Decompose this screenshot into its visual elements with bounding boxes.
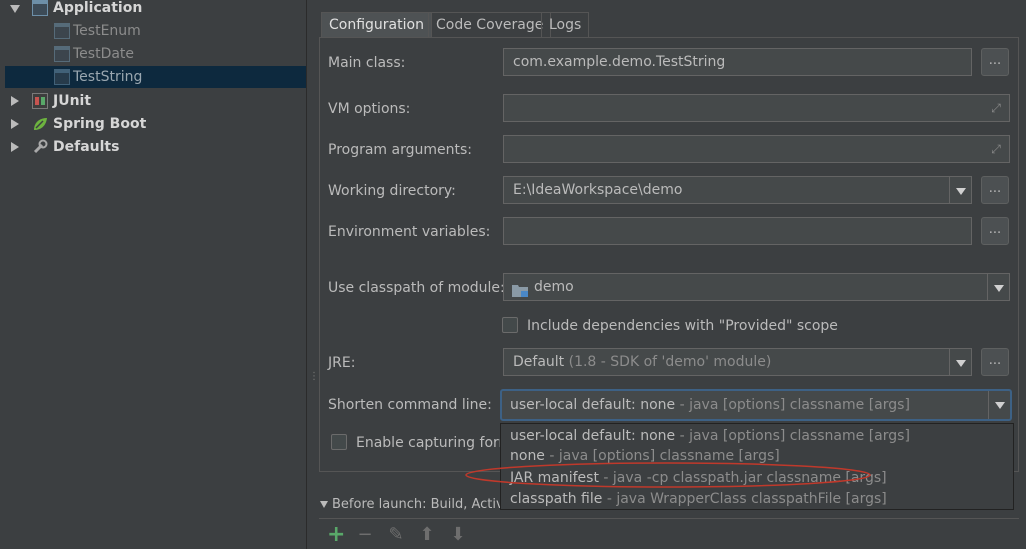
- annotation-ellipse: [465, 462, 871, 488]
- expand-right-icon[interactable]: [11, 142, 19, 152]
- jre-hint: (1.8 - SDK of 'demo' module): [568, 354, 772, 370]
- option-hint: - java [options] classname [args]: [679, 428, 910, 444]
- spring-boot-icon: [32, 116, 48, 132]
- working-directory-combo[interactable]: E:\IdeaWorkspace\demo: [503, 176, 972, 204]
- tree-item-label: TestEnum: [73, 23, 141, 39]
- move-up-icon[interactable]: ⬆: [419, 526, 435, 544]
- classpath-module-combo[interactable]: demo: [503, 273, 1010, 301]
- vm-options-field[interactable]: ⤢: [503, 94, 1010, 122]
- jre-combo[interactable]: Default (1.8 - SDK of 'demo' module): [503, 348, 972, 376]
- expand-right-icon[interactable]: [11, 119, 19, 129]
- application-icon: [54, 69, 70, 85]
- main-class-label: Main class:: [328, 55, 406, 71]
- shorten-command-line-combo[interactable]: user-local default: none - java [options…: [500, 389, 1012, 421]
- include-dependencies-checkbox[interactable]: [502, 317, 518, 333]
- environment-variables-browse-button[interactable]: ...: [981, 217, 1009, 245]
- remove-icon[interactable]: −: [357, 526, 373, 544]
- tree-item-label: JUnit: [53, 93, 92, 109]
- splitter-grip-icon[interactable]: ⋮: [309, 372, 319, 390]
- shorten-hint: - java [options] classname [args]: [679, 397, 910, 413]
- application-icon: [54, 23, 70, 39]
- shorten-command-line-label: Shorten command line:: [328, 397, 492, 413]
- working-directory-value: E:\IdeaWorkspace\demo: [513, 182, 683, 198]
- classpath-module-label: Use classpath of module:: [328, 280, 505, 296]
- tree-item-testenum[interactable]: TestEnum: [0, 20, 306, 42]
- chevron-down-icon[interactable]: [949, 177, 971, 203]
- program-arguments-field[interactable]: ⤢: [503, 135, 1010, 163]
- chevron-down-icon[interactable]: [949, 349, 971, 375]
- tree-item-application[interactable]: Application: [0, 0, 306, 19]
- jre-value: Default: [513, 354, 565, 370]
- main-class-browse-button[interactable]: ...: [981, 48, 1009, 76]
- enable-capturing-checkbox[interactable]: [331, 434, 347, 450]
- chevron-down-icon[interactable]: [988, 391, 1010, 419]
- run-configurations-tree: Application TestEnum TestDate TestString…: [0, 0, 306, 549]
- application-icon: [54, 46, 70, 62]
- panel-divider[interactable]: [306, 0, 307, 549]
- main-class-field[interactable]: com.example.demo.TestString: [503, 48, 972, 76]
- option-main: user-local default: none: [510, 428, 676, 444]
- environment-variables-label: Environment variables:: [328, 224, 491, 240]
- tree-item-label: Spring Boot: [53, 116, 147, 132]
- expand-field-icon[interactable]: ⤢: [988, 141, 1004, 157]
- option-hint: - java WrapperClass classpathFile [args]: [606, 491, 887, 507]
- tab-logs[interactable]: Logs: [541, 12, 590, 37]
- chevron-down-icon[interactable]: [987, 274, 1009, 300]
- tree-item-label: TestString: [73, 69, 143, 85]
- tree-item-teststring[interactable]: TestString: [5, 66, 306, 88]
- tree-item-spring-boot[interactable]: Spring Boot: [0, 113, 306, 135]
- jre-label: JRE:: [328, 355, 356, 371]
- working-directory-label: Working directory:: [328, 183, 456, 199]
- enable-capturing-label: Enable capturing form: [356, 435, 513, 451]
- program-arguments-label: Program arguments:: [328, 142, 472, 158]
- include-dependencies-label: Include dependencies with "Provided" sco…: [527, 318, 838, 334]
- junit-icon: [32, 93, 48, 109]
- tree-item-testdate[interactable]: TestDate: [0, 43, 306, 65]
- jre-browse-button[interactable]: ...: [981, 348, 1009, 376]
- expand-field-icon[interactable]: ⤢: [988, 100, 1004, 116]
- shorten-value: user-local default: none: [510, 397, 676, 413]
- tree-item-defaults[interactable]: Defaults: [0, 136, 306, 158]
- before-launch-label[interactable]: Before launch: Build, Activat: [332, 495, 517, 515]
- environment-variables-field[interactable]: [503, 217, 972, 245]
- classpath-module-value: demo: [534, 279, 574, 295]
- tree-item-label: Application: [53, 0, 143, 16]
- working-directory-browse-button[interactable]: ...: [981, 176, 1009, 204]
- section-divider: [319, 518, 1019, 519]
- add-icon[interactable]: +: [327, 524, 345, 546]
- wrench-icon: [32, 139, 48, 155]
- edit-icon[interactable]: ✎: [388, 526, 404, 544]
- expand-right-icon[interactable]: [11, 96, 19, 106]
- tree-item-label: Defaults: [53, 139, 120, 155]
- vm-options-label: VM options:: [328, 101, 411, 117]
- application-icon: [32, 0, 48, 16]
- dropdown-option-classpath-file[interactable]: classpath file - java WrapperClass class…: [510, 489, 887, 509]
- move-down-icon[interactable]: ⬇: [450, 526, 466, 544]
- tree-item-junit[interactable]: JUnit: [0, 90, 306, 112]
- module-folder-icon: [512, 280, 528, 297]
- option-main: classpath file: [510, 491, 603, 507]
- expand-down-icon[interactable]: [10, 5, 20, 13]
- tree-item-label: TestDate: [73, 46, 135, 62]
- tab-configuration[interactable]: Configuration: [321, 12, 432, 37]
- tab-code-coverage[interactable]: Code Coverage: [428, 12, 552, 37]
- collapse-icon[interactable]: [320, 501, 328, 508]
- dropdown-option-user-local-default[interactable]: user-local default: none - java [options…: [510, 426, 910, 446]
